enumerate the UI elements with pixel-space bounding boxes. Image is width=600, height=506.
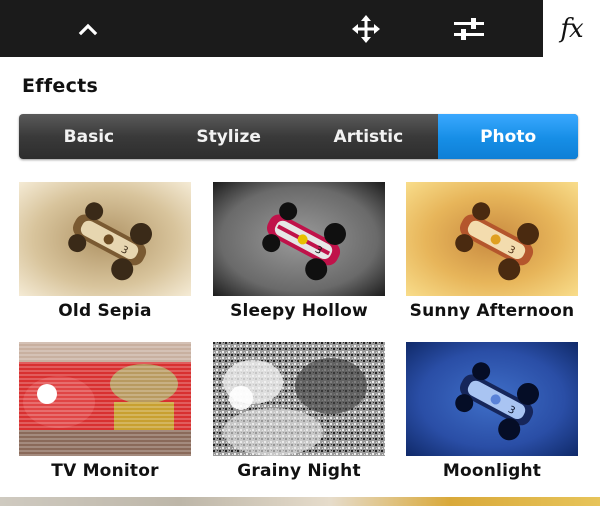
- effect-thumbnail: [19, 342, 191, 456]
- effect-sleepy-hollow[interactable]: 3 Sleepy Hollow: [213, 182, 385, 321]
- effect-sunny-afternoon[interactable]: 3 Sunny Afternoon: [406, 182, 578, 321]
- sliders-icon: [454, 17, 484, 40]
- effect-old-sepia[interactable]: 3 Old Sepia: [19, 182, 191, 321]
- tab-artistic[interactable]: Artistic: [299, 114, 439, 159]
- move-button[interactable]: [332, 0, 400, 57]
- effect-label: Sunny Afternoon: [409, 301, 575, 321]
- panel-title: Effects: [22, 75, 99, 97]
- collapse-button[interactable]: [56, 0, 120, 57]
- effect-thumbnail: 3: [19, 182, 191, 296]
- tab-stylize[interactable]: Stylize: [159, 114, 299, 159]
- category-tabs: Basic Stylize Artistic Photo: [19, 114, 578, 159]
- effect-tv-monitor[interactable]: TV Monitor: [19, 342, 191, 481]
- chevron-up-icon: [78, 23, 98, 35]
- effect-thumbnail: 3: [213, 182, 385, 296]
- effect-thumbnail: 3: [406, 342, 578, 456]
- tab-photo[interactable]: Photo: [438, 114, 578, 159]
- move-icon: [352, 14, 380, 43]
- adjust-button[interactable]: [435, 0, 503, 57]
- underlying-photo-strip: [0, 497, 600, 506]
- effect-thumbnail: [213, 342, 385, 456]
- effect-moonlight[interactable]: 3 Moonlight: [406, 342, 578, 481]
- tab-basic[interactable]: Basic: [19, 114, 159, 159]
- effects-button[interactable]: fx: [543, 0, 600, 57]
- effect-label: TV Monitor: [51, 461, 159, 481]
- effect-label: Sleepy Hollow: [230, 301, 368, 321]
- effect-label: Old Sepia: [58, 301, 152, 321]
- fx-icon: fx: [560, 13, 583, 44]
- effect-label: Grainy Night: [237, 461, 361, 481]
- effect-label: Moonlight: [442, 461, 542, 481]
- top-toolbar: fx: [0, 0, 600, 57]
- effect-grainy-night[interactable]: Grainy Night: [213, 342, 385, 481]
- effect-thumbnail: 3: [406, 182, 578, 296]
